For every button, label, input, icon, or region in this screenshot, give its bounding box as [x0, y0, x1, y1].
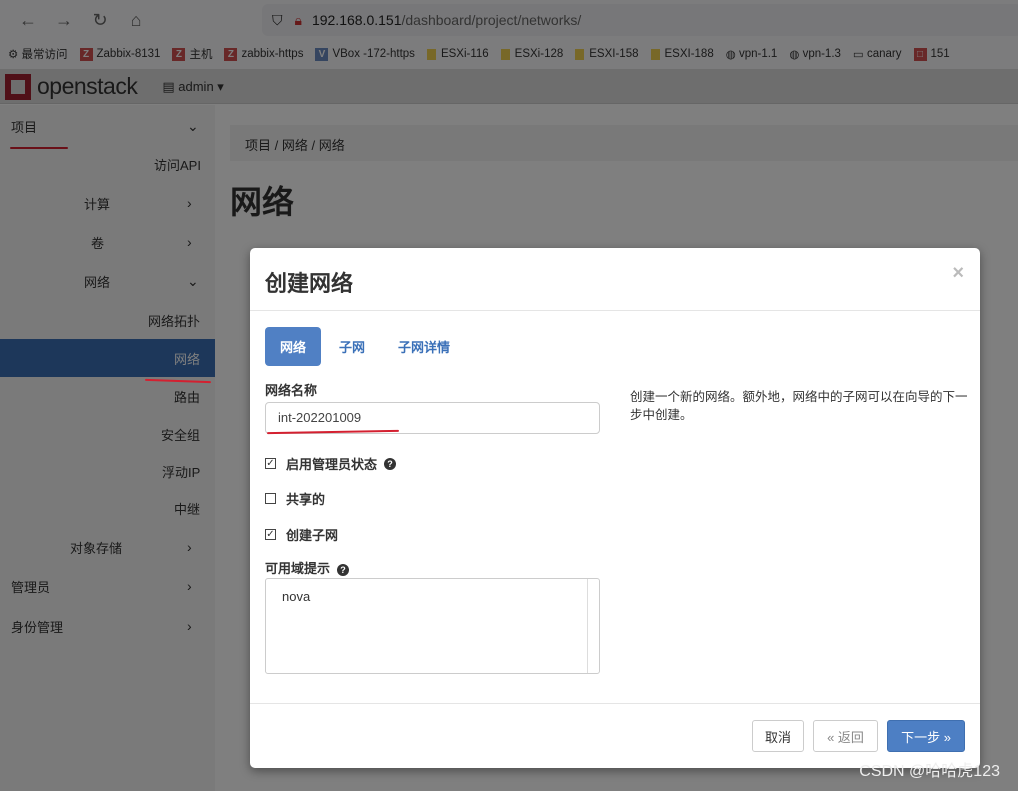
az-option[interactable]: nova	[282, 589, 583, 604]
scrollbar[interactable]	[587, 579, 599, 673]
az-hint-select[interactable]: nova	[265, 578, 600, 674]
shared-checkbox[interactable]: 共享的	[265, 489, 325, 508]
help-icon[interactable]: ?	[337, 564, 350, 576]
back-button[interactable]: « 返回	[813, 720, 878, 752]
create-subnet-checkbox[interactable]: ✓ 创建子网	[265, 525, 338, 544]
tab-subnet[interactable]: 子网	[324, 327, 380, 366]
network-name-label: 网络名称	[265, 383, 318, 398]
help-icon[interactable]: ?	[384, 457, 397, 470]
checkbox-checked-icon: ✓	[265, 458, 276, 469]
network-name-input[interactable]: int-202201009	[265, 402, 600, 434]
watermark: CSDN @哈哈虎123	[859, 763, 1000, 780]
admin-state-checkbox[interactable]: ✓ 启用管理员状态?	[265, 454, 397, 473]
cancel-button[interactable]: 取消	[752, 720, 804, 752]
checkbox-unchecked-icon	[265, 493, 276, 504]
tab-subnet-details[interactable]: 子网详情	[383, 327, 465, 366]
help-text: 创建一个新的网络。额外地，网络中的子网可以在向导的下一步中创建。	[630, 390, 968, 422]
az-hint-label: 可用域提示?	[265, 558, 350, 577]
checkbox-checked-icon: ✓	[265, 529, 276, 540]
tab-network[interactable]: 网络	[265, 327, 322, 366]
create-network-dialog: 创建网络 × 网络 子网 子网详情 网络名称 int-202201009 ✓ 启用…	[250, 248, 980, 768]
next-button[interactable]: 下一步 »	[887, 720, 965, 752]
close-icon[interactable]: ×	[952, 262, 964, 285]
dialog-title: 创建网络	[250, 248, 980, 311]
